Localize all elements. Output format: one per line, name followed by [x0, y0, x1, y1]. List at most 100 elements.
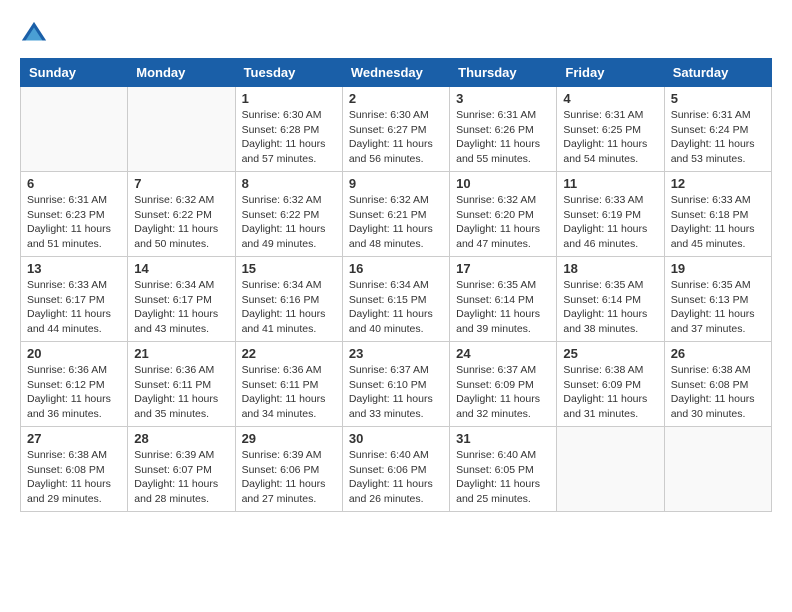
- calendar-cell: 22 Sunrise: 6:36 AM Sunset: 6:11 PM Dayli…: [235, 342, 342, 427]
- day-info: Sunrise: 6:39 AM Sunset: 6:06 PM Dayligh…: [242, 448, 336, 507]
- day-number: 21: [134, 346, 228, 361]
- calendar-cell: [21, 87, 128, 172]
- day-number: 11: [563, 176, 657, 191]
- calendar-cell: [128, 87, 235, 172]
- day-info: Sunrise: 6:30 AM Sunset: 6:27 PM Dayligh…: [349, 108, 443, 167]
- day-number: 10: [456, 176, 550, 191]
- calendar-cell: 30Sunrise: 6:40 AM Sunset: 6:06 PM Dayli…: [342, 427, 449, 512]
- day-info: Sunrise: 6:32 AM Sunset: 6:22 PM Dayligh…: [242, 193, 336, 252]
- day-number: 19: [671, 261, 765, 276]
- calendar-cell: 28 Sunrise: 6:39 AM Sunset: 6:07 PM Dayli…: [128, 427, 235, 512]
- calendar-cell: 8 Sunrise: 6:32 AM Sunset: 6:22 PM Daylig…: [235, 172, 342, 257]
- day-number: 6: [27, 176, 121, 191]
- day-info: Sunrise: 6:36 AM Sunset: 6:12 PM Dayligh…: [27, 363, 121, 422]
- calendar-cell: 29 Sunrise: 6:39 AM Sunset: 6:06 PM Dayli…: [235, 427, 342, 512]
- calendar-cell: 10 Sunrise: 6:32 AM Sunset: 6:20 PM Dayli…: [450, 172, 557, 257]
- calendar-cell: 9 Sunrise: 6:32 AM Sunset: 6:21 PM Daylig…: [342, 172, 449, 257]
- calendar-cell: 24Sunrise: 6:37 AM Sunset: 6:09 PM Dayli…: [450, 342, 557, 427]
- calendar-cell: [557, 427, 664, 512]
- day-number: 29: [242, 431, 336, 446]
- calendar-body: 1 Sunrise: 6:30 AM Sunset: 6:28 PM Daylig…: [21, 87, 772, 512]
- day-number: 25: [563, 346, 657, 361]
- day-number: 17: [456, 261, 550, 276]
- calendar-cell: 20 Sunrise: 6:36 AM Sunset: 6:12 PM Dayli…: [21, 342, 128, 427]
- calendar-cell: 3 Sunrise: 6:31 AM Sunset: 6:26 PM Daylig…: [450, 87, 557, 172]
- day-info: Sunrise: 6:34 AM Sunset: 6:16 PM Dayligh…: [242, 278, 336, 337]
- day-info: Sunrise: 6:32 AM Sunset: 6:21 PM Dayligh…: [349, 193, 443, 252]
- day-info: Sunrise: 6:40 AM Sunset: 6:05 PM Dayligh…: [456, 448, 550, 507]
- day-header-saturday: Saturday: [664, 59, 771, 87]
- header-row: SundayMondayTuesdayWednesdayThursdayFrid…: [21, 59, 772, 87]
- calendar-cell: 5 Sunrise: 6:31 AM Sunset: 6:24 PM Daylig…: [664, 87, 771, 172]
- day-info: Sunrise: 6:37 AM Sunset: 6:10 PM Dayligh…: [349, 363, 443, 422]
- day-header-thursday: Thursday: [450, 59, 557, 87]
- day-info: Sunrise: 6:35 AM Sunset: 6:14 PM Dayligh…: [456, 278, 550, 337]
- day-number: 3: [456, 91, 550, 106]
- day-number: 1: [242, 91, 336, 106]
- calendar-cell: 1 Sunrise: 6:30 AM Sunset: 6:28 PM Daylig…: [235, 87, 342, 172]
- day-info: Sunrise: 6:32 AM Sunset: 6:20 PM Dayligh…: [456, 193, 550, 252]
- day-number: 26: [671, 346, 765, 361]
- calendar-cell: 16Sunrise: 6:34 AM Sunset: 6:15 PM Dayli…: [342, 257, 449, 342]
- day-info: Sunrise: 6:30 AM Sunset: 6:28 PM Dayligh…: [242, 108, 336, 167]
- calendar-week-2: 6 Sunrise: 6:31 AM Sunset: 6:23 PM Daylig…: [21, 172, 772, 257]
- day-header-sunday: Sunday: [21, 59, 128, 87]
- calendar-cell: 4 Sunrise: 6:31 AM Sunset: 6:25 PM Daylig…: [557, 87, 664, 172]
- day-info: Sunrise: 6:33 AM Sunset: 6:19 PM Dayligh…: [563, 193, 657, 252]
- day-number: 18: [563, 261, 657, 276]
- day-number: 5: [671, 91, 765, 106]
- day-header-wednesday: Wednesday: [342, 59, 449, 87]
- day-info: Sunrise: 6:37 AM Sunset: 6:09 PM Dayligh…: [456, 363, 550, 422]
- calendar-cell: 26Sunrise: 6:38 AM Sunset: 6:08 PM Dayli…: [664, 342, 771, 427]
- calendar-cell: 18Sunrise: 6:35 AM Sunset: 6:14 PM Dayli…: [557, 257, 664, 342]
- calendar-week-3: 13 Sunrise: 6:33 AM Sunset: 6:17 PM Dayli…: [21, 257, 772, 342]
- day-number: 23: [349, 346, 443, 361]
- calendar-cell: 23 Sunrise: 6:37 AM Sunset: 6:10 PM Dayli…: [342, 342, 449, 427]
- day-info: Sunrise: 6:39 AM Sunset: 6:07 PM Dayligh…: [134, 448, 228, 507]
- day-info: Sunrise: 6:31 AM Sunset: 6:23 PM Dayligh…: [27, 193, 121, 252]
- day-number: 31: [456, 431, 550, 446]
- calendar-cell: 6 Sunrise: 6:31 AM Sunset: 6:23 PM Daylig…: [21, 172, 128, 257]
- day-number: 2: [349, 91, 443, 106]
- day-info: Sunrise: 6:36 AM Sunset: 6:11 PM Dayligh…: [242, 363, 336, 422]
- day-number: 27: [27, 431, 121, 446]
- day-info: Sunrise: 6:33 AM Sunset: 6:17 PM Dayligh…: [27, 278, 121, 337]
- day-number: 9: [349, 176, 443, 191]
- calendar-cell: 12Sunrise: 6:33 AM Sunset: 6:18 PM Dayli…: [664, 172, 771, 257]
- day-header-tuesday: Tuesday: [235, 59, 342, 87]
- day-header-monday: Monday: [128, 59, 235, 87]
- calendar-header: SundayMondayTuesdayWednesdayThursdayFrid…: [21, 59, 772, 87]
- day-number: 4: [563, 91, 657, 106]
- day-info: Sunrise: 6:32 AM Sunset: 6:22 PM Dayligh…: [134, 193, 228, 252]
- calendar-cell: 2 Sunrise: 6:30 AM Sunset: 6:27 PM Daylig…: [342, 87, 449, 172]
- day-info: Sunrise: 6:36 AM Sunset: 6:11 PM Dayligh…: [134, 363, 228, 422]
- day-number: 7: [134, 176, 228, 191]
- calendar-cell: 7 Sunrise: 6:32 AM Sunset: 6:22 PM Daylig…: [128, 172, 235, 257]
- day-number: 22: [242, 346, 336, 361]
- day-info: Sunrise: 6:31 AM Sunset: 6:26 PM Dayligh…: [456, 108, 550, 167]
- day-info: Sunrise: 6:31 AM Sunset: 6:24 PM Dayligh…: [671, 108, 765, 167]
- day-number: 28: [134, 431, 228, 446]
- calendar-cell: 21 Sunrise: 6:36 AM Sunset: 6:11 PM Dayli…: [128, 342, 235, 427]
- day-info: Sunrise: 6:31 AM Sunset: 6:25 PM Dayligh…: [563, 108, 657, 167]
- day-info: Sunrise: 6:34 AM Sunset: 6:15 PM Dayligh…: [349, 278, 443, 337]
- day-number: 30: [349, 431, 443, 446]
- calendar-cell: 17 Sunrise: 6:35 AM Sunset: 6:14 PM Dayli…: [450, 257, 557, 342]
- calendar-cell: 31 Sunrise: 6:40 AM Sunset: 6:05 PM Dayli…: [450, 427, 557, 512]
- day-info: Sunrise: 6:38 AM Sunset: 6:08 PM Dayligh…: [27, 448, 121, 507]
- calendar-cell: 11 Sunrise: 6:33 AM Sunset: 6:19 PM Dayli…: [557, 172, 664, 257]
- day-info: Sunrise: 6:38 AM Sunset: 6:09 PM Dayligh…: [563, 363, 657, 422]
- calendar-week-5: 27 Sunrise: 6:38 AM Sunset: 6:08 PM Dayli…: [21, 427, 772, 512]
- calendar-week-4: 20 Sunrise: 6:36 AM Sunset: 6:12 PM Dayli…: [21, 342, 772, 427]
- day-number: 20: [27, 346, 121, 361]
- day-number: 8: [242, 176, 336, 191]
- calendar-cell: 25 Sunrise: 6:38 AM Sunset: 6:09 PM Dayli…: [557, 342, 664, 427]
- calendar-cell: 19Sunrise: 6:35 AM Sunset: 6:13 PM Dayli…: [664, 257, 771, 342]
- calendar-cell: [664, 427, 771, 512]
- calendar-table: SundayMondayTuesdayWednesdayThursdayFrid…: [20, 58, 772, 512]
- day-number: 13: [27, 261, 121, 276]
- logo-icon: [20, 20, 48, 48]
- calendar-week-1: 1 Sunrise: 6:30 AM Sunset: 6:28 PM Daylig…: [21, 87, 772, 172]
- day-header-friday: Friday: [557, 59, 664, 87]
- day-number: 12: [671, 176, 765, 191]
